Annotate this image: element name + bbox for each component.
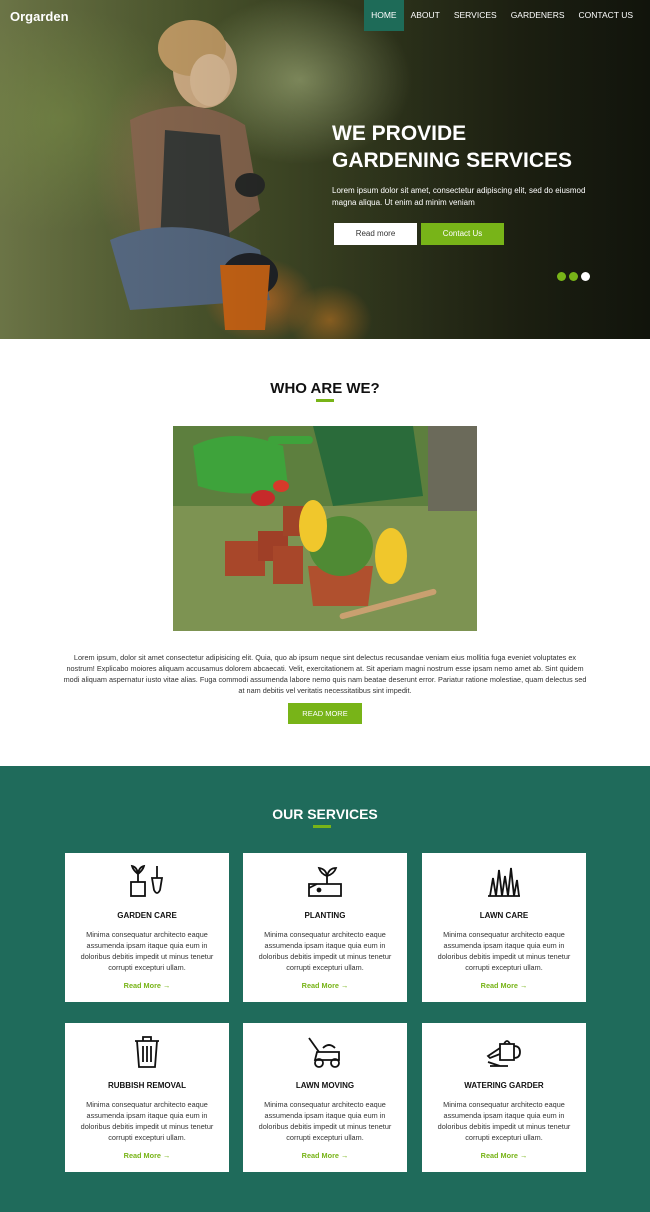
- service-card-garden-care[interactable]: GARDEN CARE Minima consequatur architect…: [65, 853, 229, 1002]
- service-description: Minima consequatur architecto eaque assu…: [258, 1100, 392, 1142]
- service-description: Minima consequatur architecto eaque assu…: [437, 930, 571, 972]
- lawn-mower-icon: [308, 1037, 340, 1068]
- nav-about[interactable]: ABOUT: [404, 0, 447, 31]
- service-description: Minima consequatur architecto eaque assu…: [437, 1100, 571, 1142]
- hero-title: WE PROVIDE GARDENING SERVICES: [332, 120, 632, 174]
- nav-services[interactable]: SERVICES: [447, 0, 504, 31]
- planting-icon: [308, 866, 342, 897]
- nav-contact[interactable]: CONTACT US: [572, 0, 640, 31]
- gardening-pots-image: [173, 426, 477, 631]
- who-title-underline: [316, 399, 334, 402]
- service-card-watering-garden[interactable]: WATERING GARDER Minima consequatur archi…: [422, 1023, 586, 1172]
- who-description: Lorem ipsum, dolor sit amet consectetur …: [63, 653, 587, 695]
- site-logo[interactable]: Orgarden: [10, 9, 69, 24]
- service-name: RUBBISH REMOVAL: [107, 1081, 187, 1090]
- service-read-more-link[interactable]: Read More →: [422, 1151, 586, 1160]
- watering-can-icon: [486, 1040, 521, 1067]
- who-read-more-button[interactable]: READ MORE: [288, 703, 362, 724]
- services-title: OUR SERVICES: [272, 806, 378, 822]
- hero-title-line1: WE PROVIDE: [332, 122, 467, 145]
- slider-dot-3[interactable]: [581, 272, 590, 281]
- service-card-lawn-moving[interactable]: LAWN MOVING Minima consequatur architect…: [243, 1023, 407, 1172]
- slider-dot-2[interactable]: [569, 272, 578, 281]
- service-name: GARDEN CARE: [117, 911, 177, 920]
- hero-read-more-button[interactable]: Read more: [334, 223, 417, 245]
- hero-title-line2: GARDENING SERVICES: [332, 149, 572, 172]
- service-name: LAWN MOVING: [295, 1081, 355, 1090]
- slider-dots: [557, 272, 590, 281]
- service-description: Minima consequatur architecto eaque assu…: [258, 930, 392, 972]
- services-title-underline: [313, 825, 331, 828]
- service-name: WATERING GARDER: [464, 1081, 544, 1090]
- lawn-care-icon: [488, 867, 520, 897]
- service-card-planting[interactable]: PLANTING Minima consequatur architecto e…: [243, 853, 407, 1002]
- garden-care-icon: [130, 864, 164, 897]
- service-read-more-link[interactable]: Read More →: [243, 1151, 407, 1160]
- service-read-more-link[interactable]: Read More →: [65, 981, 229, 990]
- hero-contact-button[interactable]: Contact Us: [421, 223, 504, 245]
- hero-description: Lorem ipsum dolor sit amet, consectetur …: [332, 186, 586, 207]
- nav-home[interactable]: HOME: [364, 0, 404, 31]
- slider-dot-1[interactable]: [557, 272, 566, 281]
- hero-banner: Orgarden HOME ABOUT SERVICES GARDENERS C…: [0, 0, 650, 339]
- service-read-more-link[interactable]: Read More →: [243, 981, 407, 990]
- service-card-lawn-care[interactable]: LAWN CARE Minima consequatur architecto …: [422, 853, 586, 1002]
- service-description: Minima consequatur architecto eaque assu…: [80, 1100, 214, 1142]
- nav-gardeners[interactable]: GARDENERS: [504, 0, 572, 31]
- service-read-more-link[interactable]: Read More →: [422, 981, 586, 990]
- main-nav: HOME ABOUT SERVICES GARDENERS CONTACT US: [364, 0, 640, 31]
- service-read-more-link[interactable]: Read More →: [65, 1151, 229, 1160]
- service-card-rubbish-removal[interactable]: RUBBISH REMOVAL Minima consequatur archi…: [65, 1023, 229, 1172]
- who-photo: [173, 426, 477, 631]
- service-name: LAWN CARE: [479, 911, 529, 920]
- rubbish-bin-icon: [135, 1036, 159, 1068]
- service-description: Minima consequatur architecto eaque assu…: [80, 930, 214, 972]
- who-section-title: WHO ARE WE?: [270, 380, 380, 397]
- service-name: PLANTING: [304, 911, 346, 920]
